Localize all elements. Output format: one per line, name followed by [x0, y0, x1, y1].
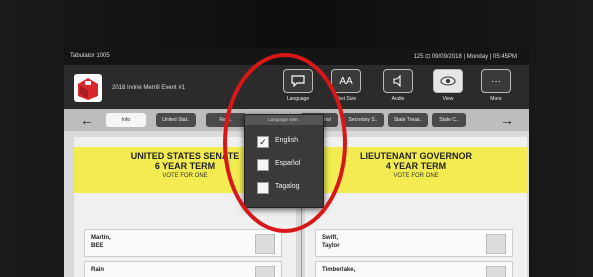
candidate-party: BEE — [91, 243, 104, 249]
text-size-icon: AA — [331, 69, 361, 93]
date-time: 125 ⊡ 09/09/2018 | Monday | 05:45PM — [413, 54, 517, 60]
device-id: Tabulator 1005 — [70, 53, 110, 59]
candidate-name: Timberlake, — [322, 267, 356, 273]
candidate-name: Swift, — [322, 235, 338, 241]
candidate-name: Rain — [91, 267, 105, 273]
forward-arrow-icon[interactable]: → — [498, 111, 516, 129]
election-name: 2018 Irvine Merrill Event #1 — [112, 85, 186, 91]
view-label: View — [442, 96, 454, 102]
candidate-name: Martin, — [91, 235, 111, 241]
more-button[interactable]: ··· More — [476, 69, 516, 102]
candidate-option[interactable]: Rain — [84, 261, 282, 277]
view-button[interactable]: View — [428, 69, 468, 102]
selection-box[interactable] — [486, 266, 506, 277]
more-label: More — [490, 96, 502, 102]
tab-state-c[interactable]: State C.. — [432, 113, 466, 127]
candidate-option[interactable]: Swift, Taylor — [315, 229, 513, 257]
selection-box[interactable] — [255, 234, 275, 254]
tab-united-states-senate[interactable]: United Stat.. — [156, 113, 196, 127]
back-arrow-icon[interactable]: ← — [78, 111, 96, 129]
candidate-party: Taylor — [322, 243, 340, 249]
tab-secretary-of-state[interactable]: Secretary S.. — [342, 113, 384, 127]
selection-box[interactable] — [486, 234, 506, 254]
more-icon: ··· — [481, 69, 511, 93]
highlight-circle-annotation — [223, 53, 347, 233]
candidate-option[interactable]: Timberlake, — [315, 261, 513, 277]
audio-button[interactable]: Audio — [378, 69, 418, 102]
tab-info[interactable]: Info — [106, 113, 146, 127]
selection-box[interactable] — [255, 266, 275, 277]
tab-state-treasurer[interactable]: State Treas.. — [388, 113, 428, 127]
eye-icon — [433, 69, 463, 93]
candidate-option[interactable]: Martin, BEE — [84, 229, 282, 257]
ballot-box-logo-icon — [74, 74, 102, 102]
audio-label: Audio — [391, 96, 405, 102]
speaker-icon — [383, 69, 413, 93]
